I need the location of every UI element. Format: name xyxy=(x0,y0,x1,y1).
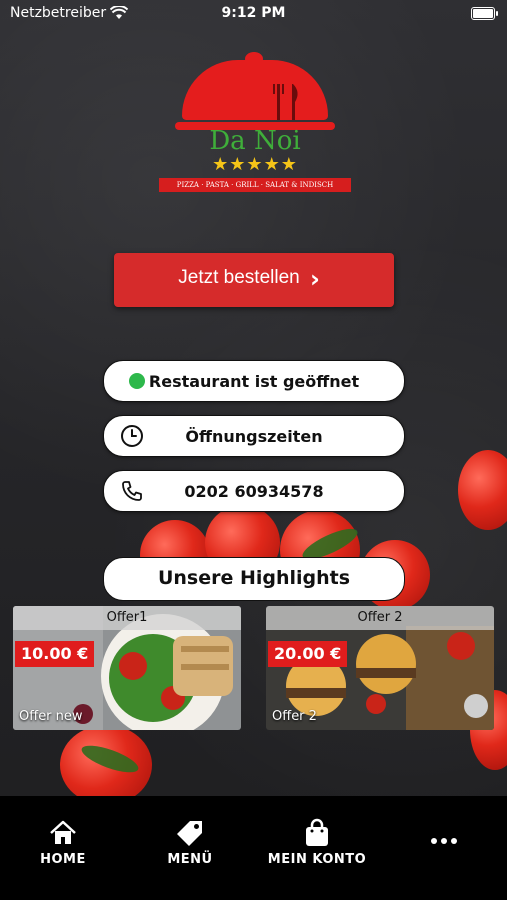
bottom-tab-bar: HOME MENÜ MEIN KONTO xyxy=(0,796,507,900)
clock: 9:12 PM xyxy=(221,5,286,21)
highlights-title: Unsere Highlights xyxy=(157,567,351,589)
chevron-right-icon: › xyxy=(310,265,320,293)
phone-number: 0202 60934578 xyxy=(184,482,324,501)
shopping-bag-icon xyxy=(306,818,328,846)
cloche-icon xyxy=(182,60,328,120)
tab-more[interactable] xyxy=(389,836,499,846)
offer-price: 20.00 € xyxy=(268,641,348,667)
offer-subtitle: Offer new xyxy=(19,709,83,724)
offer-card[interactable]: Offer1 10.00 € Offer new xyxy=(13,606,241,730)
tab-account-label: MEIN KONTO xyxy=(267,852,367,867)
tomato-decoration xyxy=(458,450,507,530)
open-status-text: Restaurant ist geöffnet xyxy=(148,372,360,391)
battery-icon xyxy=(471,7,498,20)
offer-card[interactable]: Offer 2 20.00 € Offer 2 xyxy=(266,606,494,730)
opening-hours-button[interactable]: Öffnungszeiten xyxy=(103,415,405,457)
more-icon xyxy=(431,838,457,844)
opening-hours-label: Öffnungszeiten xyxy=(185,427,323,446)
open-status-pill: Restaurant ist geöffnet xyxy=(103,360,405,402)
logo-name: Da Noi xyxy=(209,126,301,156)
offer-title-bar: Offer 2 xyxy=(266,606,494,630)
home-icon xyxy=(50,820,76,844)
offer-title-bar: Offer1 xyxy=(13,606,241,630)
offer-title: Offer 2 xyxy=(357,610,403,625)
phone-button[interactable]: 0202 60934578 xyxy=(103,470,405,512)
tab-home[interactable]: HOME xyxy=(8,818,118,867)
offer-price: 10.00 € xyxy=(15,641,95,667)
order-now-label: Jetzt bestellen xyxy=(178,267,300,288)
offer-title: Offer1 xyxy=(106,610,148,625)
restaurant-logo: Da Noi ★★★★★ PIZZA · PASTA · GRILL · SAL… xyxy=(155,50,355,200)
tab-menu[interactable]: MENÜ xyxy=(135,818,245,867)
highlights-header: Unsere Highlights xyxy=(103,557,405,601)
logo-stars: ★★★★★ xyxy=(212,154,298,175)
tab-account[interactable]: MEIN KONTO xyxy=(262,818,372,867)
status-bar: Netzbetreiber 9:12 PM xyxy=(0,0,507,28)
tab-home-label: HOME xyxy=(40,852,86,867)
tag-icon xyxy=(177,821,202,846)
app-screen: Netzbetreiber 9:12 PM Da Noi ★★★★★ PIZZA… xyxy=(0,0,507,900)
fork-knife-icon xyxy=(273,84,298,120)
logo-tagline: PIZZA · PASTA · GRILL · SALAT & INDISCH xyxy=(159,178,351,192)
offer-subtitle: Offer 2 xyxy=(272,709,317,724)
order-now-button[interactable]: Jetzt bestellen › xyxy=(114,253,394,307)
tab-menu-label: MENÜ xyxy=(167,852,213,867)
